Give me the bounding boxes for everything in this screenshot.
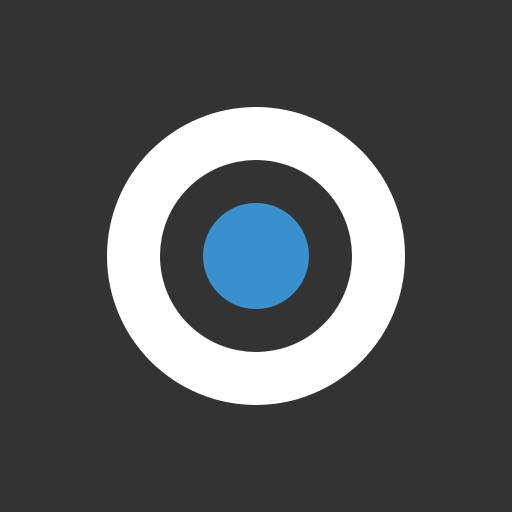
radio-selected-dot xyxy=(203,203,309,309)
radio-icon-canvas xyxy=(0,0,512,512)
radio-selected-icon[interactable] xyxy=(107,107,405,405)
radio-inner-ring xyxy=(160,160,352,352)
